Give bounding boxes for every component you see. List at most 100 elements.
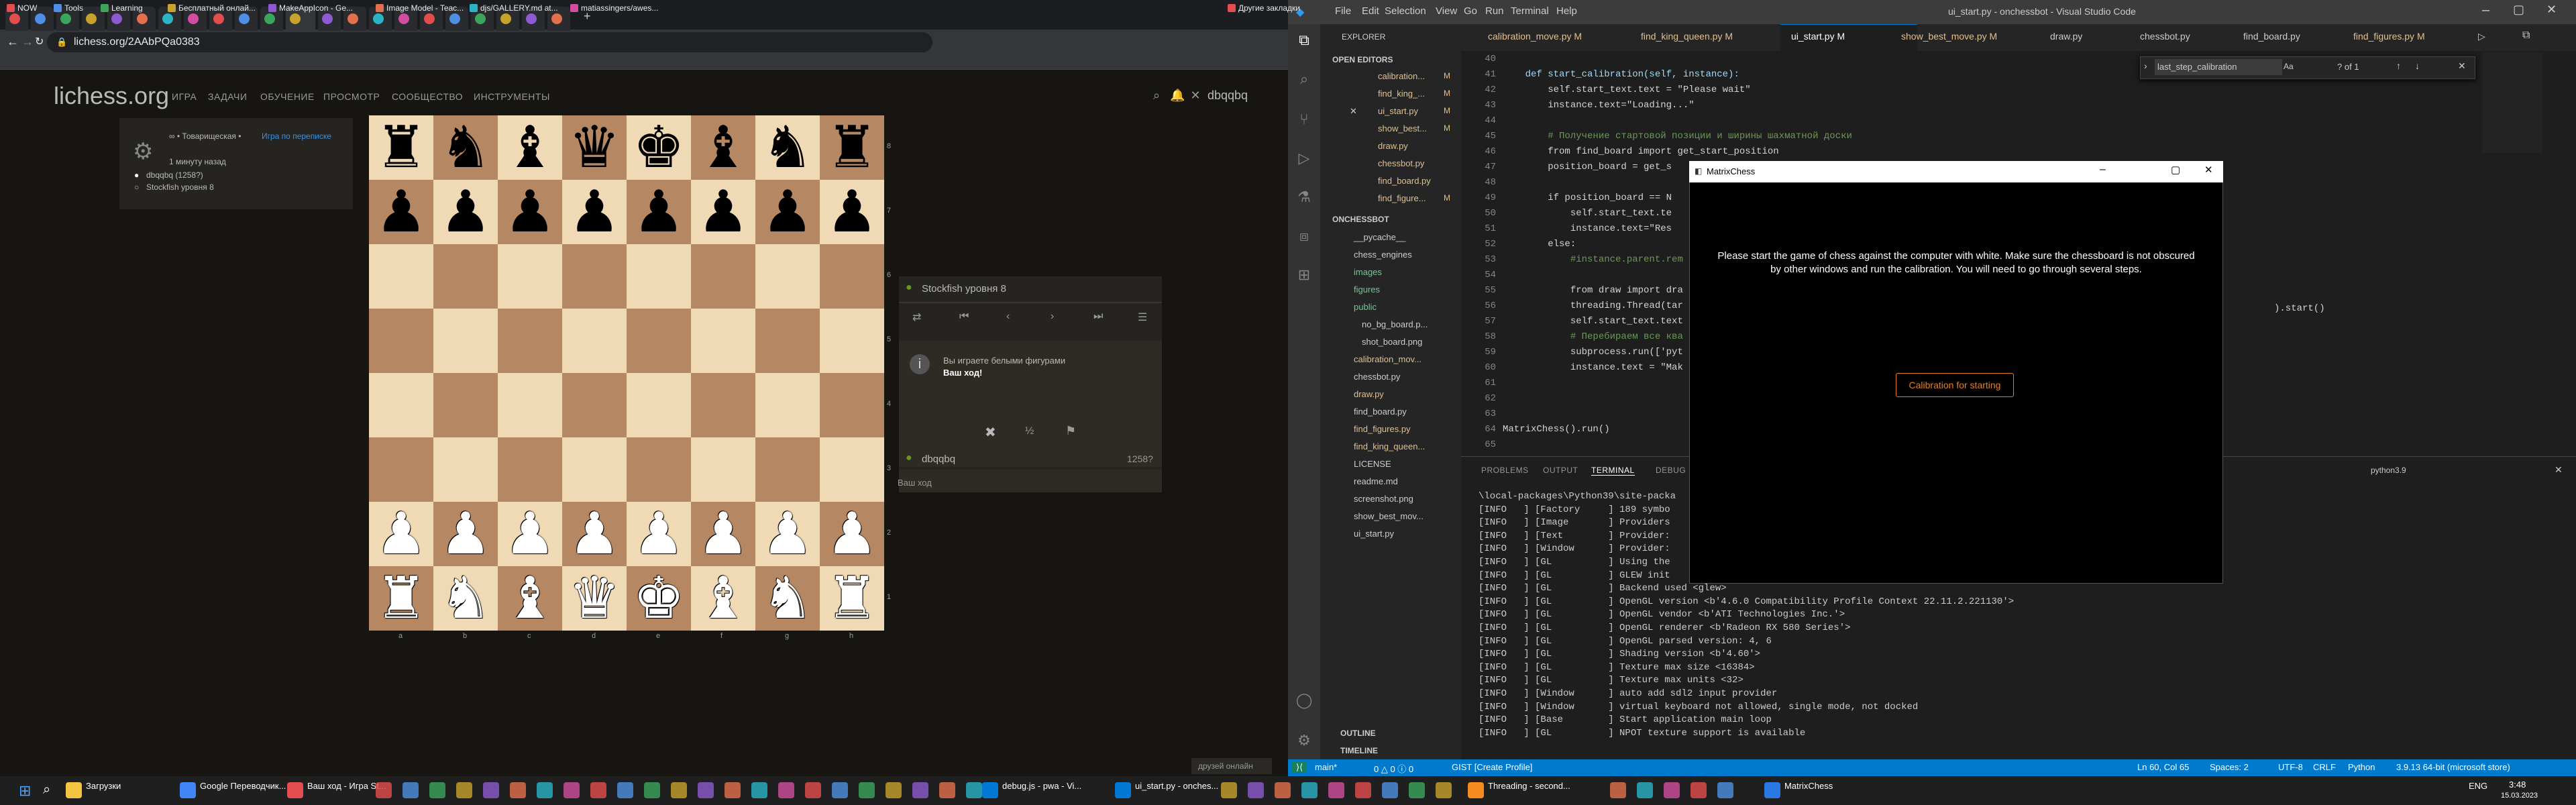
board-square[interactable]: ♛ — [562, 115, 627, 180]
bookmark-item[interactable]: NOW — [7, 2, 37, 14]
editor-tab[interactable]: show_best_move.py M — [1901, 31, 1997, 42]
tree-item[interactable]: find_figures.py — [1354, 424, 1411, 434]
windows-start-icon[interactable]: ⊞ — [19, 782, 31, 800]
timeline-header[interactable]: TIMELINE — [1340, 746, 1378, 755]
board-square[interactable]: ♝ — [498, 566, 562, 631]
taskbar-item[interactable]: Загрузки — [86, 781, 121, 791]
player-name[interactable]: dbqqbq — [922, 453, 955, 465]
white-piece[interactable]: ♞ — [761, 566, 813, 631]
black-piece[interactable]: ♜ — [375, 115, 427, 180]
challenge-icon[interactable]: ✕ — [1189, 89, 1202, 102]
taskbar-pinned-icon[interactable] — [1717, 782, 1733, 798]
calibration-button[interactable]: Calibration for starting — [1896, 373, 2014, 397]
taskbar-pinned-icon[interactable] — [832, 782, 848, 798]
board-square[interactable] — [820, 437, 884, 502]
status-right-item[interactable]: 3.9.13 64-bit (microsoft store) — [2396, 762, 2510, 772]
tree-item[interactable]: LICENSE — [1354, 459, 1391, 469]
editor-tab[interactable]: find_figures.py M — [2353, 31, 2425, 42]
board-square[interactable]: ♝ — [691, 566, 755, 631]
nav-item[interactable]: СООБЩЕСТВО — [392, 91, 463, 102]
nav-item[interactable]: ИГРА — [172, 91, 197, 102]
account-icon[interactable]: ◯ — [1295, 691, 1313, 710]
panel-tab[interactable]: DEBUG — [1656, 466, 1686, 475]
board-square[interactable] — [562, 373, 627, 437]
board-square[interactable] — [498, 373, 562, 437]
bookmark-item[interactable]: djs/GALLERY.md at... — [470, 2, 558, 14]
abort-icon[interactable]: ✖ — [985, 424, 996, 441]
taskbar-item[interactable]: MatrixChess — [1784, 781, 1833, 791]
opponent-name[interactable]: Stockfish уровня 8 — [922, 283, 1006, 294]
board-square[interactable]: ♚ — [627, 566, 691, 631]
board-square[interactable] — [369, 309, 433, 373]
black-piece[interactable]: ♟ — [697, 180, 749, 244]
nav-item[interactable]: ИНСТРУМЕНТЫ — [474, 91, 550, 102]
bookmark-item[interactable]: Другие закладки — [1228, 2, 1300, 14]
menu-item[interactable]: View — [1436, 5, 1457, 17]
board-square[interactable] — [820, 309, 884, 373]
editor-tab[interactable]: find_king_queen.py M — [1641, 31, 1733, 42]
board-square[interactable] — [433, 373, 498, 437]
black-piece[interactable]: ♝ — [697, 115, 749, 180]
board-square[interactable] — [627, 437, 691, 502]
open-editor-item[interactable]: chessbot.py — [1378, 158, 1424, 168]
taskbar-pinned-icon[interactable] — [698, 782, 714, 798]
board-square[interactable]: ♟ — [433, 180, 498, 244]
menu-item[interactable]: Edit — [1362, 5, 1379, 17]
board-square[interactable] — [820, 244, 884, 309]
open-editor-item[interactable]: find_board.py — [1378, 176, 1431, 186]
status-left-item[interactable]: main* — [1315, 762, 1337, 772]
taskbar-pinned-icon[interactable] — [1409, 782, 1425, 798]
close-editor-icon[interactable]: ✕ — [1350, 106, 1357, 117]
tree-item[interactable]: no_bg_board.p... — [1362, 319, 1428, 329]
remote-status-icon[interactable]: ⟩⟨ — [1292, 762, 1307, 773]
taskbar-pinned-icon[interactable] — [1690, 782, 1707, 798]
dialog-minimize-icon[interactable]: – — [2100, 164, 2106, 176]
black-piece[interactable]: ♟ — [761, 180, 813, 244]
taskbar-item[interactable]: debug.js - pwa - Vi... — [1002, 781, 1081, 791]
board-square[interactable]: ♟ — [820, 502, 884, 566]
taskbar-pinned-icon[interactable] — [778, 782, 794, 798]
tree-item[interactable]: ui_start.py — [1354, 529, 1394, 539]
status-right-item[interactable]: UTF-8 — [2278, 762, 2303, 772]
first-move-icon[interactable]: ⏮ — [959, 311, 969, 323]
editor-tab[interactable]: calibration_move.py M — [1488, 31, 1582, 42]
black-piece[interactable]: ♜ — [826, 115, 877, 180]
board-square[interactable]: ♝ — [498, 115, 562, 180]
taskbar-pinned-icon[interactable] — [1355, 782, 1371, 798]
source-control-icon[interactable]: ⑂ — [1295, 110, 1313, 129]
chessboard[interactable]: ♜ ♞ ♝ ♛ ♚ ♝ ♞ ♜ ♟ ♟ ♟ ♟ ♟ ♟ ♟ ♟ ♟ ♟ ♟ ♟ ♟ ♟ ♟ ♟ ♜ ♞ ♝ ♛ ♚ ♝ ♞ ♜ — [369, 115, 884, 631]
black-piece[interactable]: ♞ — [439, 115, 491, 180]
tree-item[interactable]: __pycache__ — [1354, 232, 1405, 242]
board-square[interactable]: ♞ — [433, 566, 498, 631]
white-piece[interactable]: ♜ — [826, 566, 877, 631]
split-editor-icon[interactable]: ⧉ — [2522, 30, 2530, 42]
maximize-icon[interactable]: ▢ — [2513, 3, 2524, 17]
python-env[interactable]: python3.9 — [2371, 466, 2406, 475]
white-piece[interactable]: ♟ — [826, 502, 877, 566]
open-editor-item[interactable]: draw.py — [1378, 141, 1408, 151]
board-square[interactable] — [433, 244, 498, 309]
taskbar-pinned-icon[interactable] — [644, 782, 660, 798]
tree-item[interactable]: calibration_mov... — [1354, 354, 1421, 364]
taskbar-pinned-icon[interactable] — [885, 782, 902, 798]
white-piece[interactable]: ♟ — [761, 502, 813, 566]
tree-item[interactable]: draw.py — [1354, 389, 1384, 399]
open-editor-item[interactable]: show_best... — [1378, 123, 1427, 133]
board-square[interactable]: ♟ — [369, 180, 433, 244]
board-square[interactable] — [562, 244, 627, 309]
panel-tab[interactable]: PROBLEMS — [1481, 466, 1529, 475]
taskbar-pinned-icon[interactable] — [1436, 782, 1452, 798]
board-square[interactable]: ♟ — [498, 502, 562, 566]
white-piece[interactable]: ♟ — [375, 502, 427, 566]
bookmark-item[interactable]: MakeAppIcon - Ge... — [268, 2, 353, 14]
taskbar-pinned-icon[interactable] — [429, 782, 445, 798]
tree-item[interactable]: images — [1354, 267, 1382, 277]
taskbar-pinned-icon[interactable] — [859, 782, 875, 798]
board-square[interactable] — [627, 309, 691, 373]
panel-close-icon[interactable]: ✕ — [2555, 464, 2563, 476]
board-square[interactable]: ♜ — [820, 566, 884, 631]
bookmark-item[interactable]: Бесплатный онлай... — [168, 2, 256, 14]
board-square[interactable] — [691, 373, 755, 437]
open-editor-item[interactable]: find_king_... — [1378, 89, 1425, 99]
board-square[interactable]: ♝ — [691, 115, 755, 180]
